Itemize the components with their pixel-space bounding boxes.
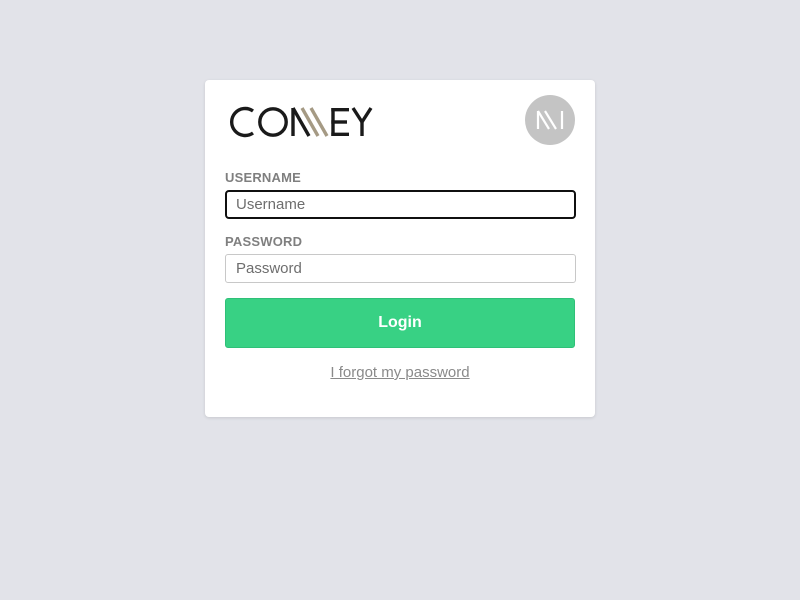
password-input[interactable] [225, 254, 576, 283]
avatar [525, 95, 575, 145]
monogram-icon [536, 110, 564, 130]
forgot-password-link[interactable]: I forgot my password [205, 364, 595, 381]
brand-logo [227, 102, 377, 142]
username-label: USERNAME [225, 170, 301, 185]
password-label: PASSWORD [225, 234, 303, 249]
login-button[interactable]: Login [225, 298, 575, 348]
login-card: USERNAME PASSWORD Login I forgot my pass… [205, 80, 595, 417]
username-input[interactable] [225, 190, 576, 219]
